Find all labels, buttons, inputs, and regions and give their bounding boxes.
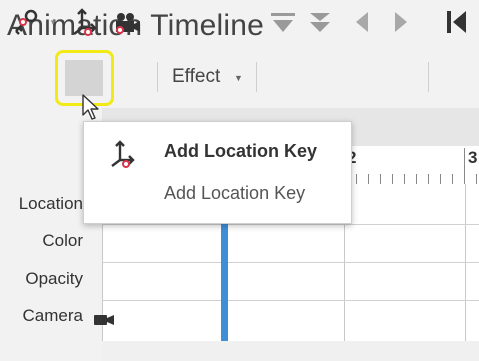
location-key-button[interactable] xyxy=(66,0,102,44)
toolbar-separator xyxy=(256,62,257,92)
ruler-tick xyxy=(464,148,465,184)
mouse-cursor-icon xyxy=(82,94,99,120)
location-key-icon xyxy=(73,8,97,36)
grid-row-divider xyxy=(102,224,479,225)
track-label-color: Color xyxy=(42,231,83,250)
move-down-all-icon xyxy=(310,13,330,32)
key-icon xyxy=(15,9,38,35)
track-label-location: Location xyxy=(18,194,83,213)
key-button[interactable] xyxy=(8,0,42,44)
previous-button[interactable] xyxy=(347,0,377,44)
camera-track-icon xyxy=(94,315,114,325)
next-icon xyxy=(395,12,407,32)
tooltip-popup: Add Location Key Add Location Key xyxy=(83,121,352,224)
ruler-tick xyxy=(440,174,441,184)
move-down-all-button[interactable] xyxy=(303,0,337,44)
track-label-camera: Camera xyxy=(22,306,83,325)
track-label-opacity: Opacity xyxy=(25,269,83,288)
ruler-tick xyxy=(392,174,393,184)
ruler-tick xyxy=(416,174,417,184)
ruler-tick xyxy=(476,174,477,184)
effect-dropdown[interactable]: Effect xyxy=(172,66,220,88)
move-down-icon xyxy=(271,13,295,32)
ruler-tick xyxy=(404,174,405,184)
tooltip-title: Add Location Key xyxy=(164,141,318,161)
toolbar-separator xyxy=(428,62,429,92)
toolbar-separator xyxy=(157,62,158,92)
tooltip-description: Add Location Key xyxy=(164,183,306,203)
camera-key-icon xyxy=(116,13,140,34)
grid-row-divider xyxy=(102,262,479,263)
next-button[interactable] xyxy=(386,0,416,44)
ruler-tick xyxy=(428,174,429,184)
grid-row-divider xyxy=(102,300,479,301)
ruler-tick xyxy=(356,174,357,184)
ruler-tick xyxy=(368,174,369,184)
previous-icon xyxy=(356,12,368,32)
key-dropdown-caret[interactable]: ▾ xyxy=(47,0,59,44)
effect-dropdown-caret[interactable]: ▼ xyxy=(234,73,243,83)
ruler-tick xyxy=(452,174,453,184)
camera-key-button[interactable] xyxy=(111,0,143,44)
location-key-icon xyxy=(111,140,135,168)
ruler-label: 3 xyxy=(468,148,478,167)
ruler-tick xyxy=(380,174,381,184)
go-to-start-button[interactable] xyxy=(440,0,474,44)
move-down-button[interactable] xyxy=(266,0,300,44)
go-to-start-icon xyxy=(447,11,466,33)
timeline-bottom-band xyxy=(102,341,479,361)
